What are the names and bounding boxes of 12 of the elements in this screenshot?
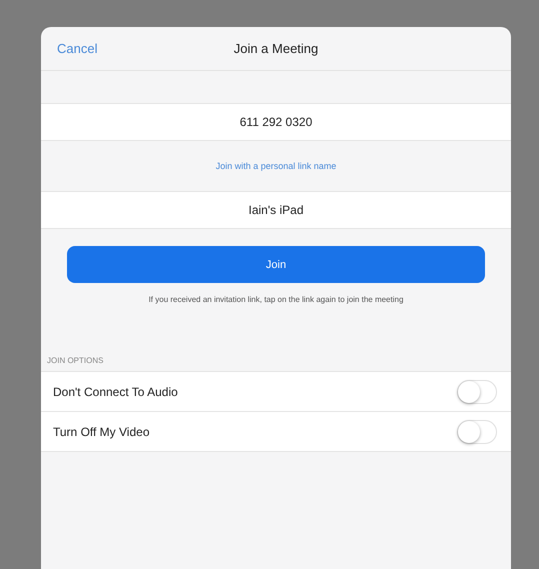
section-header: JOIN OPTIONS bbox=[46, 355, 104, 367]
personal-link[interactable]: Join with a personal link name bbox=[216, 161, 336, 171]
option-label: Don't Connect To Audio bbox=[53, 384, 178, 398]
hint-text: If you received an invitation link, tap on the link again to join the meeting bbox=[148, 294, 404, 304]
toggle-switch[interactable] bbox=[457, 420, 497, 444]
option-label: Turn Off My Video bbox=[53, 424, 150, 438]
toggle-switch[interactable] bbox=[457, 380, 497, 404]
name-field[interactable]: Iain's iPad bbox=[41, 191, 511, 229]
meeting-id-field[interactable]: 611 292 0320 bbox=[41, 103, 511, 141]
sheet-title: Join a Meeting bbox=[232, 41, 320, 56]
cancel-button[interactable]: Cancel bbox=[57, 41, 117, 56]
join-button[interactable]: Join bbox=[67, 246, 485, 283]
